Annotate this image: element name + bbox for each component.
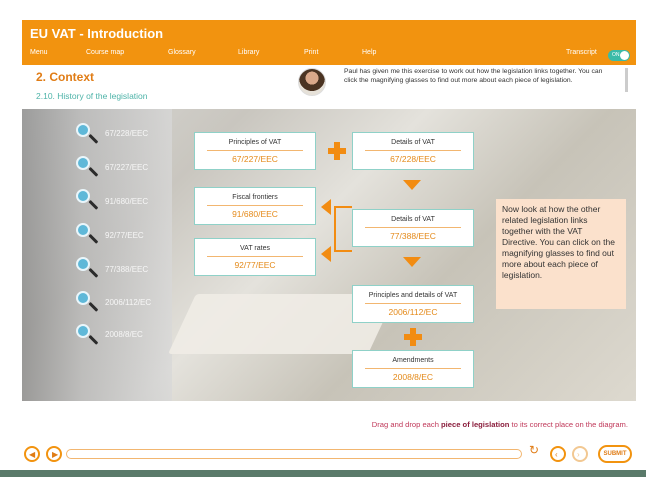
instruction-note: Now look at how the other related legisl… xyxy=(496,199,626,309)
drop-box-fiscal[interactable]: Fiscal frontiers 91/680/EEC xyxy=(194,187,316,225)
drag-instruction: Drag and drop each piece of legislation … xyxy=(372,420,628,429)
box-code: 67/228/EEC xyxy=(390,154,436,164)
section-title: 2. Context xyxy=(36,70,95,84)
draggable-legislation[interactable]: 67/227/EEC xyxy=(105,163,148,172)
replay-button[interactable]: ↻ xyxy=(528,443,544,462)
next-icon: › xyxy=(577,450,580,459)
submit-button[interactable]: SUBMIT xyxy=(598,445,632,463)
drop-box-principles[interactable]: Principles of VAT 67/227/EEC xyxy=(194,132,316,170)
section-subtitle: 2.10. History of the legislation xyxy=(36,91,148,101)
chevron-down-icon xyxy=(403,180,421,190)
box-name: Fiscal frontiers xyxy=(232,194,278,201)
draggable-legislation[interactable]: 2008/8/EC xyxy=(105,330,143,339)
box-code: 2006/112/EC xyxy=(388,307,438,317)
replay-icon: ↻ xyxy=(529,443,540,457)
magnifier-icon[interactable] xyxy=(76,291,99,313)
drop-box-amendments[interactable]: Amendments 2008/8/EC xyxy=(352,350,474,388)
magnifier-icon[interactable] xyxy=(76,189,99,211)
avatar xyxy=(298,68,326,96)
magnifier-icon[interactable] xyxy=(76,156,99,178)
play-icon: ▶ xyxy=(52,450,59,459)
volume-icon: ◀ xyxy=(29,450,36,459)
drop-box-details-1[interactable]: Details of VAT 67/228/EEC xyxy=(352,132,474,170)
player-controls: ◀ ▶ ↻ ‹ › SUBMIT xyxy=(22,443,636,467)
progress-bar[interactable] xyxy=(66,449,522,459)
play-button[interactable]: ▶ xyxy=(46,446,62,462)
menu-item-print[interactable]: Print xyxy=(304,49,318,56)
top-menu: Menu Course map Glossary Library Print H… xyxy=(22,49,636,63)
header-bar: EU VAT - Introduction Menu Course map Gl… xyxy=(22,20,636,65)
course-window: EU VAT - Introduction Menu Course map Gl… xyxy=(22,20,636,472)
box-code: 91/680/EEC xyxy=(232,209,278,219)
box-name: VAT rates xyxy=(240,245,270,252)
box-name: Amendments xyxy=(392,357,434,364)
box-code: 67/227/EEC xyxy=(232,154,278,164)
volume-button[interactable]: ◀ xyxy=(24,446,40,462)
instruction-pre: Drag and drop each xyxy=(371,420,442,429)
draggable-legislation[interactable]: 2006/112/EC xyxy=(105,298,151,307)
toggle-state-label: ON xyxy=(612,52,620,58)
magnifier-icon[interactable] xyxy=(76,324,99,346)
taskbar-strip xyxy=(0,470,646,477)
chevron-left-icon xyxy=(321,246,331,262)
background-photo-left xyxy=(22,109,172,401)
box-code: 92/77/EEC xyxy=(234,260,276,270)
speech-scrollbar[interactable] xyxy=(625,68,628,92)
menu-item-help[interactable]: Help xyxy=(362,49,376,56)
draggable-legislation[interactable]: 92/77/EEC xyxy=(105,231,144,240)
draggable-legislation[interactable]: 67/228/EEC xyxy=(105,129,148,138)
menu-item-course-map[interactable]: Course map xyxy=(86,49,124,56)
box-name: Principles and details of VAT xyxy=(368,292,458,299)
draggable-legislation[interactable]: 91/680/EEC xyxy=(105,197,148,206)
magnifier-icon[interactable] xyxy=(76,223,99,245)
instruction-bold: piece of legislation xyxy=(441,420,510,429)
magnifier-icon[interactable] xyxy=(76,257,99,279)
box-name: Details of VAT xyxy=(391,216,435,223)
transcript-toggle[interactable]: ON xyxy=(608,50,630,61)
connector-bracket xyxy=(334,206,352,252)
next-button[interactable]: › xyxy=(572,446,588,462)
speech-text: Paul has given me this exercise to work … xyxy=(344,68,603,84)
box-code: 77/388/EEC xyxy=(390,231,436,241)
box-name: Details of VAT xyxy=(391,139,435,146)
prev-button[interactable]: ‹ xyxy=(550,446,566,462)
transcript-label: Transcript xyxy=(566,49,597,56)
drop-box-rates[interactable]: VAT rates 92/77/EEC xyxy=(194,238,316,276)
toggle-knob xyxy=(620,51,629,60)
instruction-post: to its correct place on the diagram. xyxy=(509,420,629,429)
chevron-left-icon xyxy=(321,199,331,215)
box-name: Principles of VAT xyxy=(228,139,282,146)
plus-icon xyxy=(328,142,346,160)
menu-item-library[interactable]: Library xyxy=(238,49,259,56)
course-title: EU VAT - Introduction xyxy=(30,26,164,41)
draggable-legislation[interactable]: 77/388/EEC xyxy=(105,265,148,274)
drop-box-details-2[interactable]: Details of VAT 77/388/EEC xyxy=(352,209,474,247)
plus-icon xyxy=(404,328,422,346)
prev-icon: ‹ xyxy=(555,450,558,459)
drop-box-principles-details[interactable]: Principles and details of VAT 2006/112/E… xyxy=(352,285,474,323)
chevron-down-icon xyxy=(403,257,421,267)
context-bar: 2. Context 2.10. History of the legislat… xyxy=(22,65,636,107)
magnifier-icon[interactable] xyxy=(76,123,99,145)
menu-item-glossary[interactable]: Glossary xyxy=(168,49,196,56)
menu-item-menu[interactable]: Menu xyxy=(30,49,48,56)
box-code: 2008/8/EC xyxy=(392,372,434,382)
